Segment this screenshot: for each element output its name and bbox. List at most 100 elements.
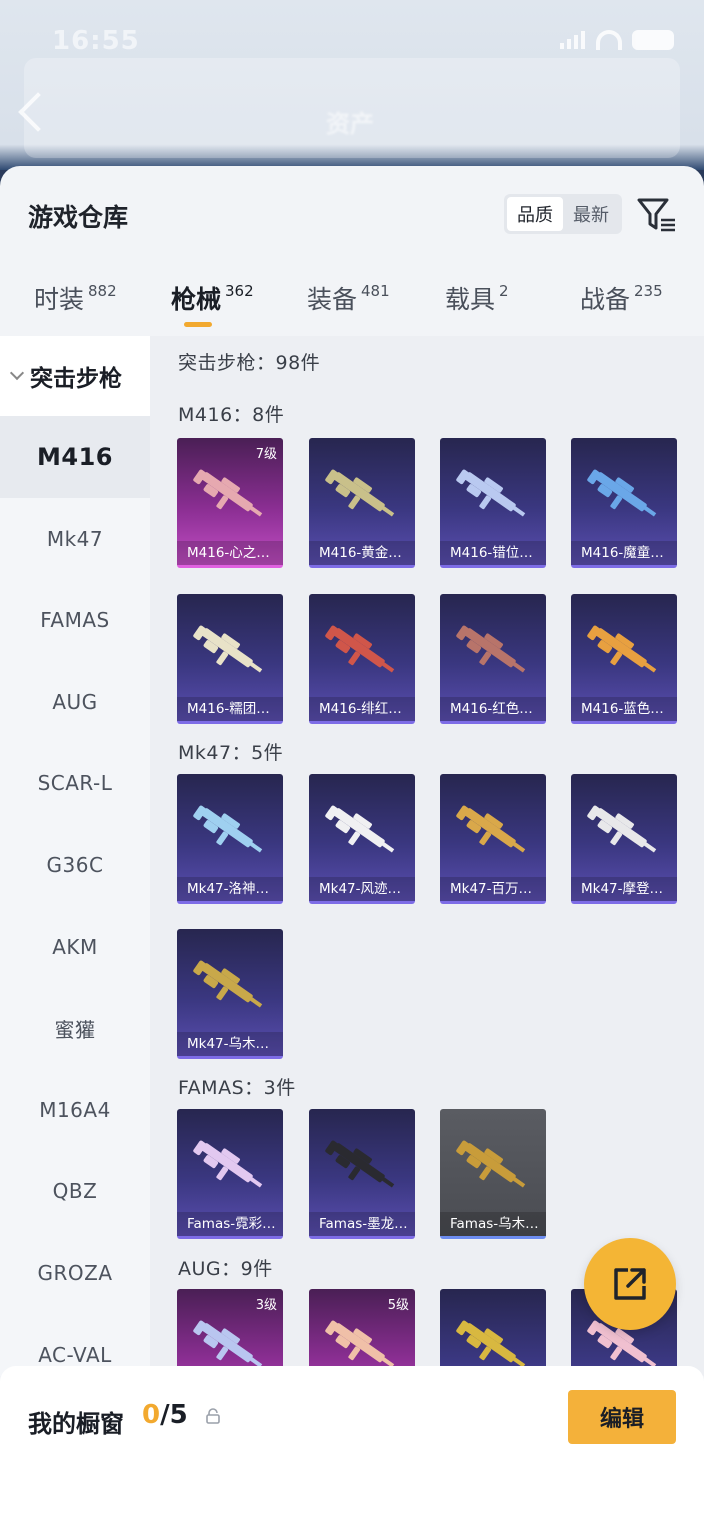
weapon-name: Mk47-洛神… [177,877,283,901]
weapon-card[interactable]: 3级 [177,1289,283,1376]
level-badge: 5级 [387,1298,409,1313]
weapon-card[interactable]: Famas-墨龙… [309,1109,415,1239]
tab-vehicles[interactable]: 载具 2 [445,280,509,316]
weapon-name: Mk47-百万… [440,877,546,901]
weapon-card[interactable]: M416-绯红… [309,594,415,724]
level-badge: 3级 [255,1298,277,1313]
sidebar-category-label: 突击步枪 [30,366,122,392]
sort-toggle: 品质 最新 [504,194,622,234]
weapon-name: M416-心之… [177,541,283,565]
sidebar-item-g36c[interactable]: G36C [0,824,150,906]
weapon-name: Mk47-风迹… [309,877,415,901]
category-tabs: 时装 882 枪械 362 装备 481 载具 2 战备 235 [0,266,704,336]
weapon-card[interactable]: M416-错位… [440,438,546,568]
sidebar-item-mk47[interactable]: Mk47 [0,498,150,580]
weapon-card[interactable]: Mk47-洛神… [177,774,283,904]
share-icon [614,1268,646,1300]
rifle-icon [456,805,526,853]
weapon-card[interactable]: Mk47-风迹… [309,774,415,904]
weapon-name: M416-魔童… [571,541,677,565]
sidebar-item-aug[interactable]: AUG [0,661,150,743]
filter-icon[interactable] [636,194,678,236]
weapon-name: Mk47-摩登… [571,877,677,901]
weapon-sidebar: 突击步枪 M416 Mk47 FAMAS AUG SCAR-L G36C AKM 蜜獾 M16A… [0,336,150,1376]
category-summary: 突击步枪：98件 [178,352,321,374]
section-title: M416：8件 [178,404,285,426]
weapon-grid[interactable]: 突击步枪：98件 M416：8件 7级 M416-心之… M416-黄金… M416-错… [150,336,704,1376]
showcase-max: /5 [160,1400,188,1430]
tab-supplies[interactable]: 战备 235 [580,280,663,316]
section-title: Mk47：5件 [178,742,284,764]
rifle-icon [325,1140,395,1188]
weapon-name: M416-黄金… [309,541,415,565]
weapon-card[interactable]: Mk47-摩登… [571,774,677,904]
section-title: FAMAS：3件 [178,1077,296,1099]
weapon-card[interactable]: Mk47-百万… [440,774,546,904]
rifle-icon [587,805,657,853]
lock-icon [206,1408,220,1424]
weapon-name: Famas-墨龙… [309,1212,415,1236]
tab-label: 时装 [34,285,85,314]
weapon-name: Famas-霓彩… [177,1212,283,1236]
sidebar-item-qbz[interactable]: QBZ [0,1150,150,1232]
tab-label: 战备 [580,285,631,314]
weapon-name: M416-蓝色… [571,697,677,721]
status-time: 16:55 [52,26,140,56]
sheet-header: 游戏仓库 品质 最新 [0,166,704,266]
weapon-card[interactable]: M416-蓝色… [571,594,677,724]
sidebar-item--[interactable]: 蜜獾 [0,987,150,1069]
rifle-icon [193,625,263,673]
rifle-icon [193,469,263,517]
sort-quality-button[interactable]: 品质 [507,197,563,231]
rifle-icon [325,625,395,673]
weapon-name: M416-糯团… [177,697,283,721]
tab-firearms[interactable]: 枪械 362 [171,280,254,316]
rifle-icon [456,469,526,517]
sort-newest-button[interactable]: 最新 [563,197,619,231]
rifle-icon [456,625,526,673]
weapon-name: Mk47-乌木… [177,1032,283,1056]
section-title: AUG：9件 [178,1258,273,1280]
background-app: 16:55 资产 [0,0,704,170]
tab-count: 362 [225,282,254,300]
weapon-name: M416-红色… [440,697,546,721]
sidebar-item-groza[interactable]: GROZA [0,1232,150,1314]
showcase-current: 0 [142,1400,161,1430]
tab-label: 枪械 [171,285,222,314]
weapon-card[interactable]: Famas-霓彩… [177,1109,283,1239]
battery-icon [632,30,674,50]
weapon-card[interactable]: Mk47-乌木… [177,929,283,1059]
weapon-card[interactable]: M416-红色… [440,594,546,724]
sidebar-category[interactable]: 突击步枪 [0,336,150,416]
share-button[interactable] [584,1238,676,1330]
sidebar-item-m416[interactable]: M416 [0,416,150,498]
sidebar-item-famas[interactable]: FAMAS [0,579,150,661]
tab-equipment[interactable]: 装备 481 [307,280,390,316]
rifle-icon [193,960,263,1008]
weapon-card[interactable]: 5级 [309,1289,415,1376]
rifle-icon [587,469,657,517]
weapon-card[interactable] [440,1289,546,1376]
weapon-card[interactable]: M416-魔童… [571,438,677,568]
weapon-name: M416-错位… [440,541,546,565]
tab-fashion[interactable]: 时装 882 [34,280,117,316]
sidebar-item-scar-l[interactable]: SCAR-L [0,742,150,824]
showcase-count: 0/5 [142,1400,188,1430]
edit-button[interactable]: 编辑 [568,1390,676,1444]
page-title: 游戏仓库 [28,203,129,232]
chevron-down-icon [9,365,25,381]
weapon-card[interactable]: 7级 M416-心之… [177,438,283,568]
background-title: 资产 [326,110,374,138]
level-badge: 7级 [255,447,277,462]
weapon-name: Famas-乌木… [440,1212,546,1236]
showcase-label: 我的橱窗 [28,1410,124,1438]
weapon-card[interactable]: M416-黄金… [309,438,415,568]
sidebar-item-akm[interactable]: AKM [0,906,150,988]
tab-label: 装备 [307,285,358,314]
rifle-icon [325,805,395,853]
weapon-card[interactable]: Famas-乌木… [440,1109,546,1239]
weapon-card[interactable]: M416-糯团… [177,594,283,724]
tab-count: 2 [499,282,509,300]
status-icons [560,30,674,50]
sidebar-item-m16a4[interactable]: M16A4 [0,1069,150,1151]
